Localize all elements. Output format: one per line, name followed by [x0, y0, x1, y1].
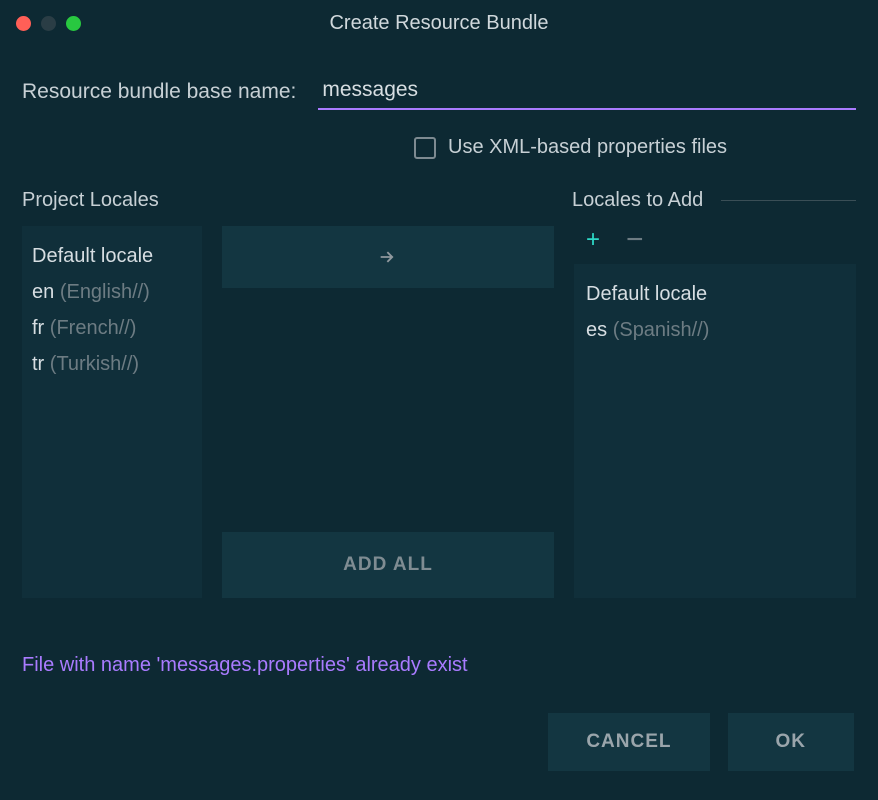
close-window-button[interactable]: [16, 16, 31, 31]
transfer-column: ADD ALL: [222, 226, 554, 598]
use-xml-checkbox[interactable]: [414, 137, 436, 159]
window-controls: [16, 16, 81, 31]
locales-to-add-column: + − Default locale es (Spanish//): [574, 226, 856, 598]
locale-label: (English//): [60, 281, 150, 303]
header-divider: [721, 200, 856, 201]
minimize-window-button[interactable]: [41, 16, 56, 31]
locale-label: (French//): [50, 317, 137, 339]
locale-code: tr: [32, 353, 44, 375]
ok-button[interactable]: OK: [728, 713, 855, 771]
remove-locale-icon[interactable]: −: [626, 232, 644, 248]
locale-code: fr: [32, 317, 44, 339]
list-item[interactable]: fr (French//): [32, 310, 192, 346]
maximize-window-button[interactable]: [66, 16, 81, 31]
transfer-right-button[interactable]: [222, 226, 554, 288]
list-item[interactable]: Default locale: [32, 238, 192, 274]
add-all-label: ADD ALL: [343, 554, 433, 576]
base-name-input[interactable]: [318, 74, 856, 110]
titlebar: Create Resource Bundle: [0, 0, 878, 46]
base-name-label: Resource bundle base name:: [22, 80, 296, 104]
locales-to-add-header-section: Locales to Add: [572, 189, 856, 212]
dialog-title: Create Resource Bundle: [329, 12, 548, 35]
use-xml-label: Use XML-based properties files: [448, 136, 727, 159]
project-locales-header: Project Locales: [22, 189, 202, 212]
dialog-content: Resource bundle base name: Use XML-based…: [0, 46, 878, 771]
list-item[interactable]: Default locale: [586, 276, 844, 312]
locales-to-add-header: Locales to Add: [572, 189, 703, 212]
list-item[interactable]: es (Spanish//): [586, 312, 844, 348]
arrow-right-icon: [377, 246, 399, 268]
base-name-row: Resource bundle base name:: [22, 74, 856, 110]
locale-label: Default locale: [586, 283, 707, 305]
locales-toolbar: + −: [574, 226, 856, 264]
ok-label: OK: [776, 731, 807, 752]
dialog-footer: CANCEL OK: [22, 713, 856, 771]
locales-to-add-list[interactable]: Default locale es (Spanish//): [574, 264, 856, 598]
use-xml-row: Use XML-based properties files: [414, 136, 856, 159]
locale-label: (Turkish//): [50, 353, 139, 375]
columns: Default locale en (English//) fr (French…: [22, 226, 856, 598]
list-item[interactable]: en (English//): [32, 274, 192, 310]
locale-label: Default locale: [32, 245, 153, 267]
cancel-label: CANCEL: [586, 731, 671, 752]
locale-label: (Spanish//): [613, 319, 710, 341]
locale-code: en: [32, 281, 54, 303]
add-locale-icon[interactable]: +: [586, 226, 600, 254]
list-item[interactable]: tr (Turkish//): [32, 346, 192, 382]
error-message: File with name 'messages.properties' alr…: [22, 654, 856, 677]
add-all-button[interactable]: ADD ALL: [222, 532, 554, 598]
project-locales-list[interactable]: Default locale en (English//) fr (French…: [22, 226, 202, 598]
cancel-button[interactable]: CANCEL: [548, 713, 709, 771]
locale-code: es: [586, 319, 607, 341]
column-headers: Project Locales Locales to Add: [22, 189, 856, 212]
